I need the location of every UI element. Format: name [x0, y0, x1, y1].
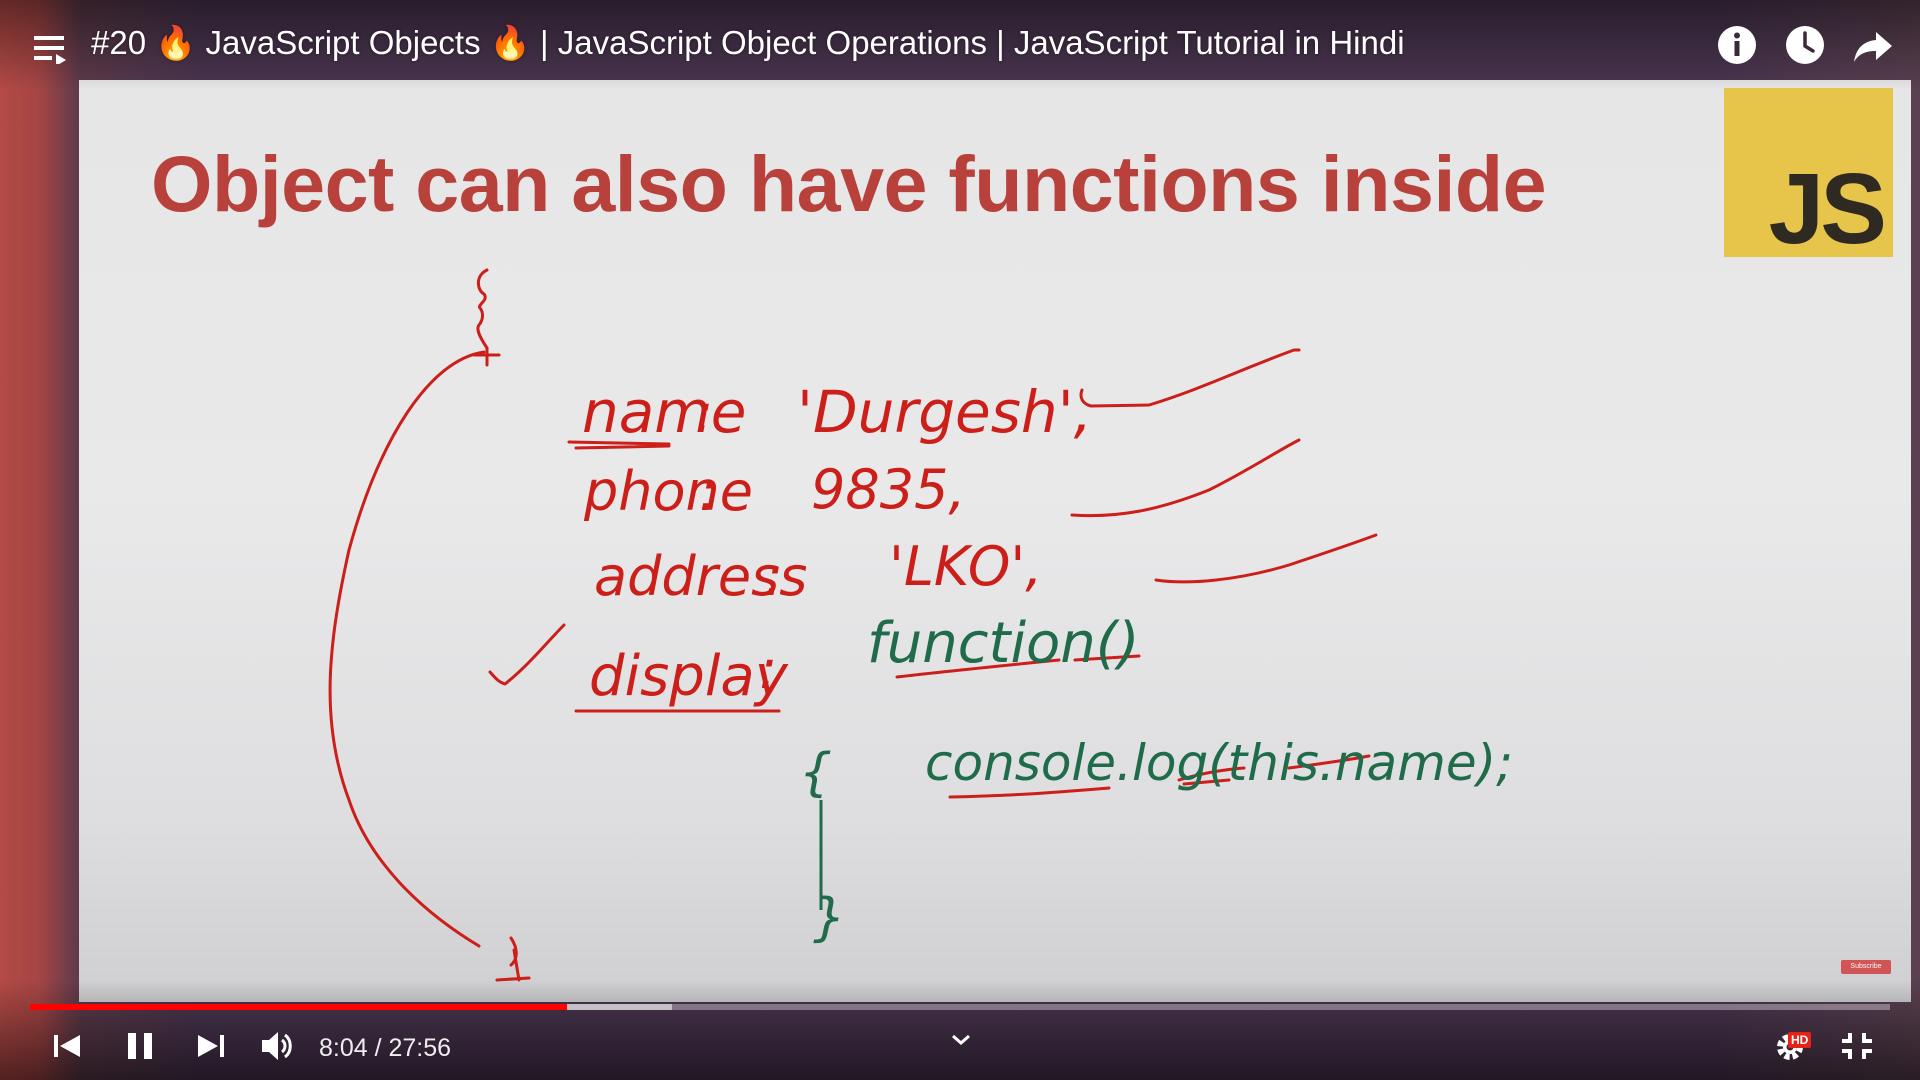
- hd-badge: HD: [1788, 1032, 1812, 1048]
- ink-key-name: name: [582, 378, 746, 446]
- ink-check-display: [488, 623, 566, 686]
- ink-value-name: 'Durgesh',: [797, 378, 1092, 446]
- ink-check-2: [1070, 438, 1301, 518]
- info-icon[interactable]: [1716, 24, 1758, 66]
- ink-colon-4: :: [759, 638, 777, 701]
- volume-icon[interactable]: [260, 1027, 296, 1065]
- ink-close-brace: [495, 936, 531, 982]
- chevron-down-icon[interactable]: [950, 1032, 972, 1048]
- skip-next-icon[interactable]: [196, 1027, 226, 1065]
- top-bar: #20 🔥 JavaScript Objects 🔥 | JavaScript …: [0, 0, 1920, 90]
- ink-value-address: 'LKO',: [889, 535, 1042, 598]
- video-frame[interactable]: Object can also have functions inside JS: [79, 80, 1911, 1002]
- ink-check-3: [1154, 533, 1378, 584]
- ink-key-phone: phone: [583, 460, 753, 523]
- clock-icon[interactable]: [1784, 24, 1826, 66]
- time-display: 8:04 / 27:56: [319, 1034, 452, 1062]
- ink-check-1: [1079, 348, 1301, 408]
- ink-colon-2: :: [699, 460, 717, 523]
- ink-value-phone: 9835,: [811, 458, 966, 521]
- subscribe-watermark[interactable]: Subscribe: [1841, 960, 1891, 974]
- progress-played: [30, 1004, 568, 1010]
- video-player[interactable]: Object can also have functions inside JS: [0, 0, 1920, 1080]
- share-icon[interactable]: [1852, 24, 1894, 66]
- ink-colon-1: :: [695, 382, 713, 445]
- ink-console-line: console.log(this.name);: [925, 734, 1513, 792]
- exit-fullscreen-icon[interactable]: [1840, 1027, 1874, 1065]
- progress-bar[interactable]: [30, 1004, 1890, 1010]
- ink-colon-3: :: [765, 545, 783, 608]
- ink-inner-open-brace: {: [799, 743, 832, 803]
- ink-value-display: function(): [867, 611, 1139, 676]
- ink-inner-close-brace: }: [813, 888, 846, 948]
- skip-previous-icon[interactable]: [52, 1027, 82, 1065]
- ink-scope-arc: [328, 350, 486, 948]
- ink-open-brace: [472, 268, 501, 367]
- handwriting-canvas: name : 'Durgesh', phone : 9835, address …: [328, 268, 1513, 982]
- playlist-menu-icon[interactable]: [34, 34, 68, 64]
- pause-icon[interactable]: [124, 1027, 156, 1065]
- video-title[interactable]: #20 🔥 JavaScript Objects 🔥 | JavaScript …: [91, 24, 1405, 63]
